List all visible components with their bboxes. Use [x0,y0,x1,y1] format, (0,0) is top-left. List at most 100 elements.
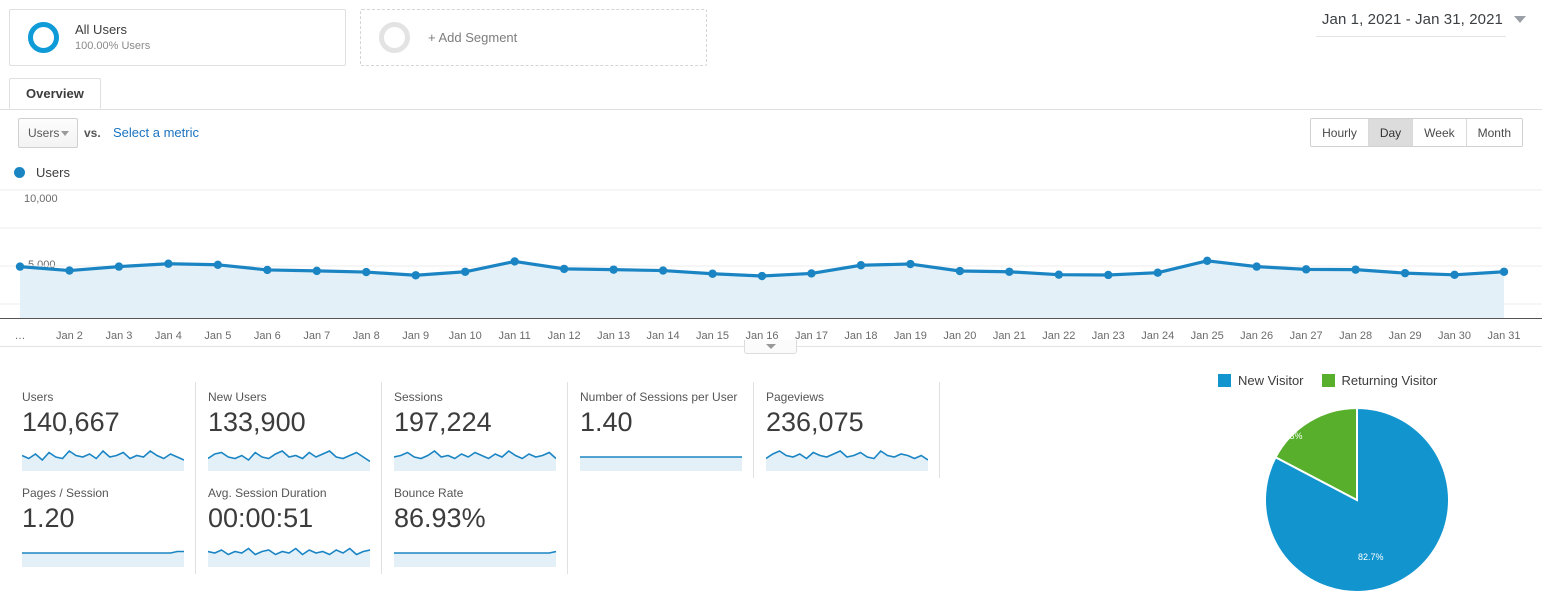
chart-x-axis: … Jan 2 Jan 3 Jan 4 Jan 5 Jan 6 Jan 7 Jan 8 Jan … [0,318,1542,342]
metric-card-value: 140,667 [22,405,183,439]
pie-value-new-visitor: 82.7% [1358,552,1384,562]
x-tick-label: Jan 7 [303,330,330,342]
users-over-time-chart[interactable] [0,185,1542,315]
metric-card[interactable]: Number of Sessions per User1.40 [568,382,754,478]
metric-card[interactable]: Users140,667 [10,382,196,478]
chart-collapse-handle[interactable] [744,340,797,354]
x-tick-label: Jan 22 [1042,330,1075,342]
legend-label-users: Users [36,165,70,180]
x-tick-label: Jan 21 [993,330,1026,342]
x-tick-label: Jan 9 [402,330,429,342]
granularity-hourly[interactable]: Hourly [1311,119,1369,146]
chevron-down-icon [61,131,69,136]
metric-card-title: Users [22,390,183,404]
x-tick-label: Jan 17 [795,330,828,342]
date-range-picker[interactable]: Jan 1, 2021 - Jan 31, 2021 [1322,11,1526,28]
x-tick-label: Jan 30 [1438,330,1471,342]
metric-card[interactable]: New Users133,900 [196,382,382,478]
x-tick-ellipsis: … [15,330,26,342]
x-tick-label: Jan 8 [353,330,380,342]
pages-per-session-sparkline [22,539,183,567]
metric-card-value: 1.20 [22,501,183,535]
avg-session-duration-sparkline [208,539,369,567]
segment-text: All Users 100.00% Users [75,22,150,54]
primary-metric-select[interactable]: Users [18,118,78,148]
x-tick-label: Jan 26 [1240,330,1273,342]
chevron-down-icon [766,344,776,349]
x-tick-label: Jan 15 [696,330,729,342]
segment-ring-icon [28,22,59,53]
segment-subtitle: 100.00% Users [75,40,150,54]
metric-card-title: Sessions [394,390,555,404]
x-tick-label: Jan 19 [894,330,927,342]
x-tick-label: Jan 6 [254,330,281,342]
legend-dot-icon [14,167,25,178]
x-tick-label: Jan 13 [597,330,630,342]
x-tick-label: Jan 27 [1290,330,1323,342]
sessions-sparkline [394,443,555,471]
granularity-day[interactable]: Day [1369,119,1413,146]
x-tick-label: Jan 31 [1487,330,1520,342]
segment-bar: All Users 100.00% Users + Add Segment Ja… [0,0,1542,74]
metric-card-value: 133,900 [208,405,369,439]
metric-card-title: Pages / Session [22,486,183,500]
pie-legend-label-returning-visitor: Returning Visitor [1342,373,1438,388]
pie-chart-svg [1242,400,1482,600]
users-line-chart-svg [0,185,1542,318]
bounce-rate-sparkline [394,539,555,567]
x-tick-label: Jan 12 [548,330,581,342]
metric-card-value: 197,224 [394,405,555,439]
x-tick-label: Jan 14 [647,330,680,342]
metric-card-title: Avg. Session Duration [208,486,369,500]
x-tick-label: Jan 4 [155,330,182,342]
metric-card[interactable]: Avg. Session Duration00:00:51 [196,478,382,574]
metric-card[interactable]: Sessions197,224 [382,382,568,478]
metric-card-title: Pageviews [766,390,927,404]
x-tick-label: Jan 18 [844,330,877,342]
add-segment-button[interactable]: + Add Segment [360,9,707,66]
tab-overview-label: Overview [26,86,84,101]
add-segment-label: + Add Segment [428,30,517,45]
sessions-per-user-sparkline [580,443,741,471]
pie-legend-label-new-visitor: New Visitor [1238,373,1304,388]
primary-metric-value: Users [28,126,59,140]
segment-card-all-users[interactable]: All Users 100.00% Users [9,9,346,66]
metric-card-title: New Users [208,390,369,404]
new-vs-returning-pie: New Visitor Returning Visitor 82.7% 17.3… [1190,368,1542,600]
pie-swatch-returning-visitor [1322,374,1335,387]
x-tick-label: Jan 3 [105,330,132,342]
pageviews-sparkline [766,443,927,471]
metric-card-value: 86.93% [394,501,555,535]
vs-label: vs. [84,126,101,140]
metric-card-title: Bounce Rate [394,486,555,500]
add-segment-ring-icon [379,22,410,53]
granularity-month[interactable]: Month [1467,119,1522,146]
pie-legend: New Visitor Returning Visitor [1218,373,1437,388]
select-a-metric-link[interactable]: Select a metric [113,125,199,140]
granularity-week[interactable]: Week [1413,119,1466,146]
metrics-summary: Users140,667New Users133,900Sessions197,… [10,382,940,574]
metrics-row-2: Pages / Session1.20Avg. Session Duration… [10,478,940,574]
x-tick-label: Jan 10 [449,330,482,342]
pie-legend-item-new-visitor[interactable]: New Visitor [1218,373,1304,388]
metric-card[interactable]: Pages / Session1.20 [10,478,196,574]
chart-legend: Users [14,165,70,180]
pie-swatch-new-visitor [1218,374,1231,387]
x-tick-label: Jan 2 [56,330,83,342]
metric-card-value: 236,075 [766,405,927,439]
metric-card[interactable]: Pageviews236,075 [754,382,940,478]
metric-card-value: 1.40 [580,405,741,439]
x-tick-label: Jan 29 [1389,330,1422,342]
new-users-sparkline [208,443,369,471]
date-range-underline [1316,36,1506,37]
metrics-row-1: Users140,667New Users133,900Sessions197,… [10,382,940,478]
segment-title: All Users [75,22,150,38]
x-tick-label: Jan 24 [1141,330,1174,342]
x-tick-label: Jan 28 [1339,330,1372,342]
x-tick-label: Jan 20 [943,330,976,342]
tab-overview[interactable]: Overview [9,78,101,109]
date-range-label: Jan 1, 2021 - Jan 31, 2021 [1322,11,1503,28]
x-tick-label: Jan 5 [204,330,231,342]
pie-legend-item-returning-visitor[interactable]: Returning Visitor [1322,373,1438,388]
metric-card[interactable]: Bounce Rate86.93% [382,478,568,574]
